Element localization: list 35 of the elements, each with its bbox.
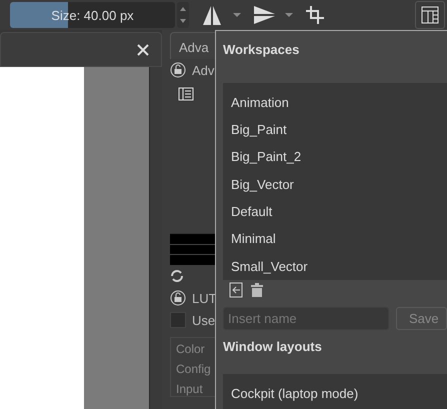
- list-item[interactable]: Default: [231, 198, 447, 226]
- scrollbar[interactable]: [149, 67, 162, 409]
- trash-icon[interactable]: [251, 283, 263, 298]
- list-item[interactable]: Cockpit (laptop mode): [231, 378, 447, 409]
- mirror-horizontal-icon[interactable]: [201, 4, 223, 26]
- list-item[interactable]: Animation: [231, 88, 447, 116]
- list-item[interactable]: Big_Vector: [231, 170, 447, 198]
- mirror-vertical-icon[interactable]: [253, 5, 275, 25]
- refresh-icon[interactable]: [170, 269, 184, 283]
- list-item[interactable]: Minimal: [231, 225, 447, 253]
- list-item[interactable]: Big_Paint: [231, 116, 447, 144]
- checkbox-label: Use: [192, 312, 216, 328]
- crop-icon[interactable]: [305, 5, 325, 25]
- close-icon: [137, 44, 149, 56]
- option-label: Adv: [192, 62, 214, 78]
- list-item[interactable]: Small_Vector: [231, 252, 447, 280]
- close-button[interactable]: [137, 44, 149, 56]
- workspace-button[interactable]: [415, 1, 445, 29]
- lock-icon[interactable]: [170, 62, 186, 78]
- option-label: LUT: [192, 290, 217, 306]
- spin-arrows-icon[interactable]: [177, 2, 189, 28]
- setting-label: Config: [176, 362, 211, 376]
- section-title: Window layouts: [223, 339, 323, 356]
- checkbox[interactable]: [170, 312, 186, 328]
- lock-icon[interactable]: [170, 290, 186, 306]
- list-item[interactable]: Big_Paint_2: [231, 143, 447, 171]
- caret-icon[interactable]: [233, 12, 241, 18]
- import-icon[interactable]: [229, 282, 243, 298]
- section-title: Workspaces: [223, 42, 300, 59]
- setting-label: Color: [176, 342, 205, 356]
- list-icon[interactable]: [178, 87, 194, 101]
- layout-icon: [421, 6, 439, 24]
- name-input[interactable]: Insert name: [223, 306, 389, 330]
- setting-label: Input: [176, 382, 203, 396]
- caret-icon[interactable]: [285, 12, 293, 18]
